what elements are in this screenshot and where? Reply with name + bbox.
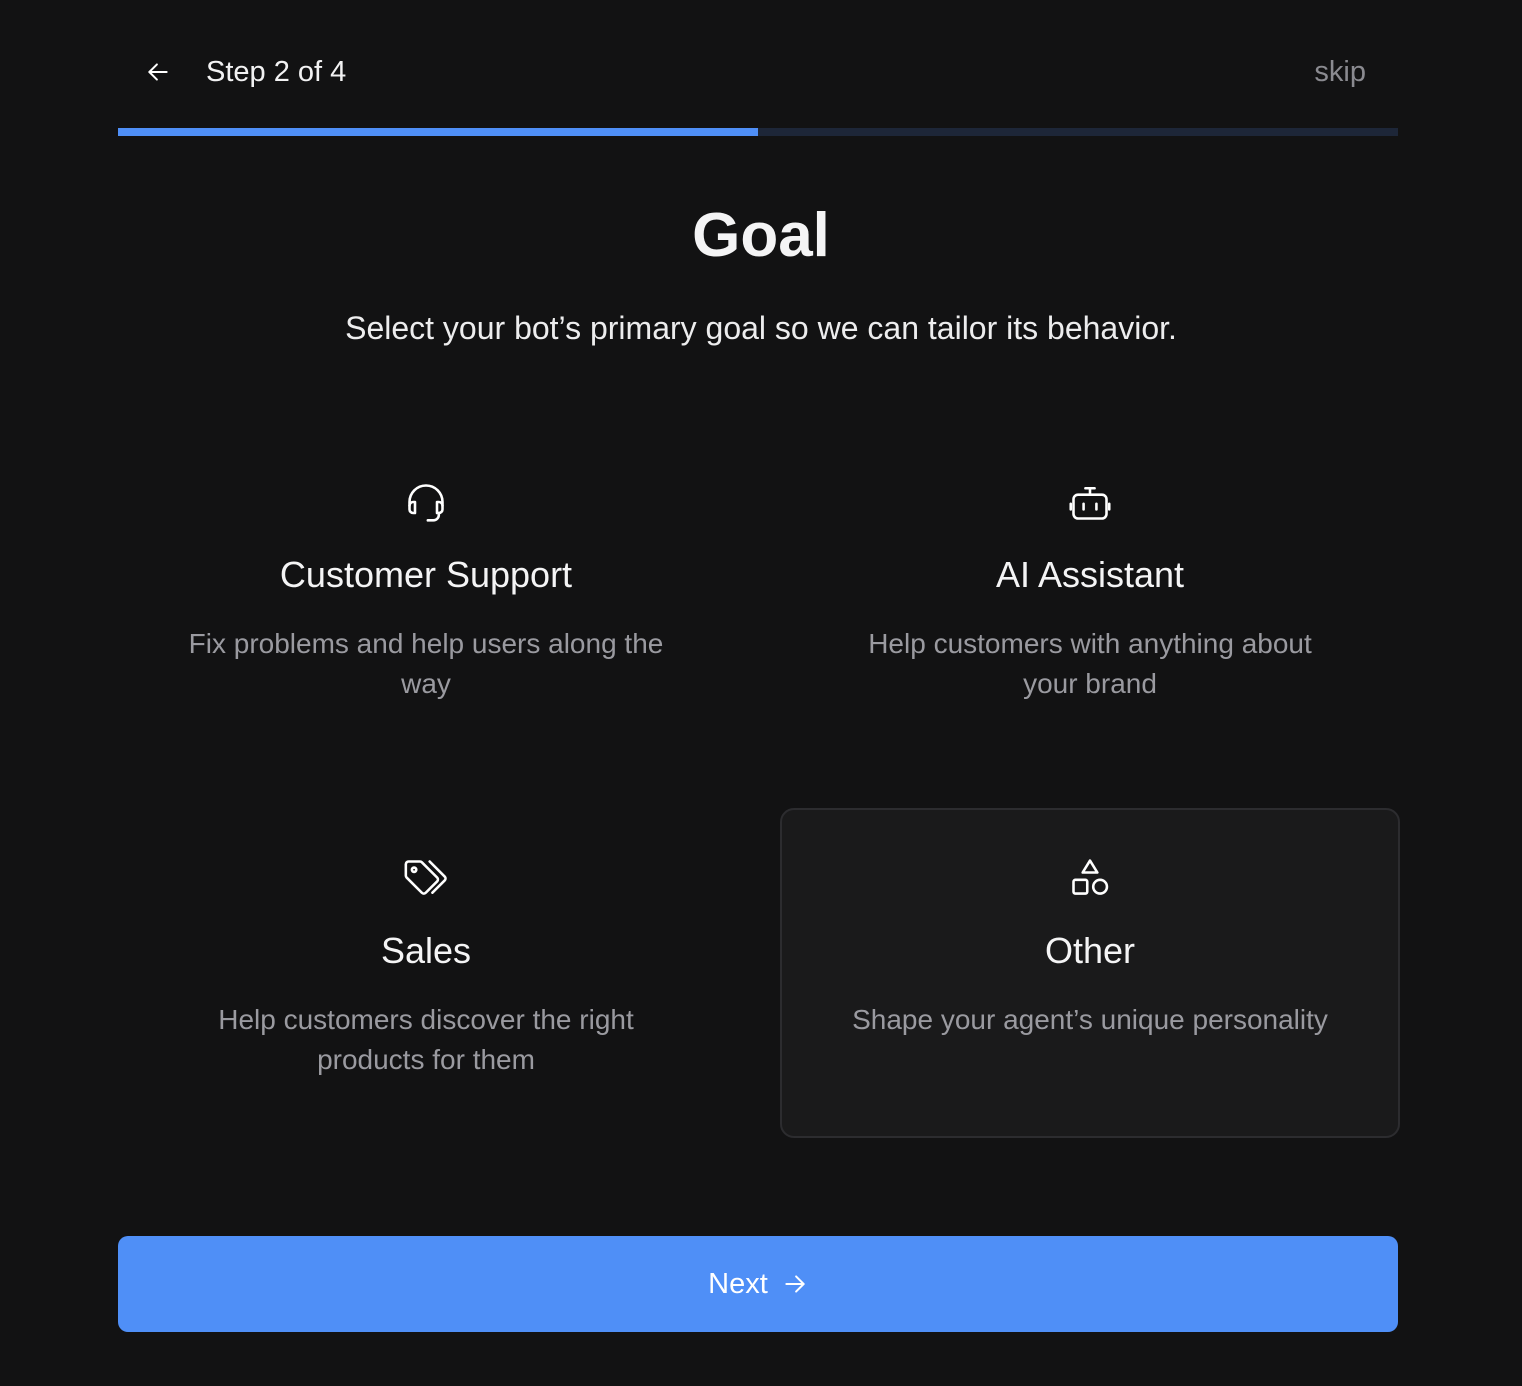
option-description: Shape your agent’s unique personality [852, 1004, 1328, 1035]
option-card-customer-support[interactable]: Customer Support Fix problems and help u… [116, 432, 736, 762]
option-description: Help customers with anything about your … [868, 628, 1312, 699]
option-title: Other [1044, 930, 1136, 971]
arrow-right-icon [785, 1275, 805, 1293]
option-title: Sales [380, 930, 472, 971]
progress-bar [118, 128, 1398, 136]
next-button[interactable]: Next [118, 1236, 1398, 1332]
next-button-label: Next [708, 1267, 768, 1300]
skip-link[interactable]: skip [1314, 54, 1366, 90]
back-button[interactable] [140, 54, 176, 90]
onboarding-header: Step 2 of 4 skip [118, 40, 1398, 104]
page-title: Goal [692, 201, 830, 270]
option-title: Customer Support [279, 554, 573, 595]
option-card-ai-assistant[interactable]: AI Assistant Help customers with anythin… [780, 432, 1400, 762]
headset-icon [408, 484, 444, 522]
progress-bar-fill [118, 128, 758, 136]
arrow-left-icon [148, 63, 168, 81]
page-subtitle: Select your bot’s primary goal so we can… [345, 310, 1177, 346]
option-card-sales[interactable]: Sales Help customers discover the right … [116, 808, 736, 1138]
option-description: Help customers discover the right produc… [218, 1004, 634, 1075]
option-card-other[interactable]: Other Shape your agent’s unique personal… [780, 808, 1400, 1138]
tags-icon [404, 860, 447, 895]
robot-icon [1069, 486, 1111, 520]
option-title: AI Assistant [995, 554, 1185, 595]
step-indicator: Step 2 of 4 [206, 56, 347, 88]
shapes-icon [1072, 859, 1109, 895]
option-description: Fix problems and help users along the wa… [188, 628, 664, 699]
